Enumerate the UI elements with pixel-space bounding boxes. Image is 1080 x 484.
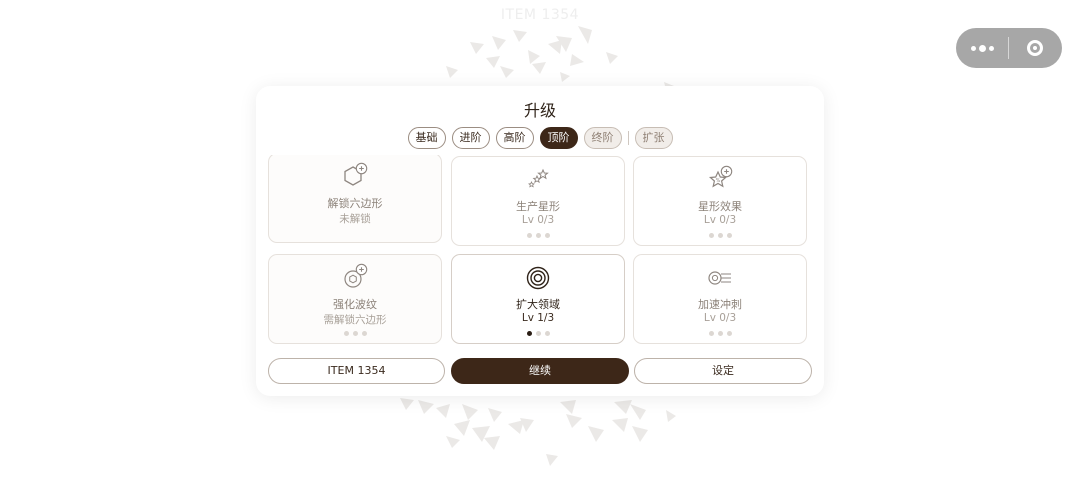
star-plus-icon: % <box>634 165 806 193</box>
card-name: 扩大领域 <box>516 298 560 311</box>
upgrade-card-speed-dash[interactable]: 加速冲刺 Lv 0/3 <box>633 254 807 344</box>
level-dots <box>452 233 624 238</box>
mini-program-capsule <box>956 28 1062 68</box>
level-dots <box>634 233 806 238</box>
card-status: 未解锁 <box>339 213 371 225</box>
level-dots <box>634 331 806 336</box>
tab-final[interactable]: 终阶 <box>583 127 622 149</box>
tab-basic[interactable]: 基础 <box>407 127 446 149</box>
card-status: Lv 0/3 <box>521 214 555 226</box>
concentric-rings-icon <box>452 263 624 291</box>
card-status: Lv 0/3 <box>703 312 737 324</box>
level-dots <box>452 331 624 336</box>
tab-advanced[interactable]: 进阶 <box>451 127 490 149</box>
settings-button[interactable]: 设定 <box>634 358 812 384</box>
upgrade-card-star-effect[interactable]: % 星形效果 Lv 0/3 <box>633 156 807 246</box>
tab-expand[interactable]: 扩张 <box>634 127 673 149</box>
hexagon-plus-icon <box>269 162 441 190</box>
tab-top[interactable]: 顶阶 <box>539 127 578 149</box>
continue-button[interactable]: 继续 <box>451 358 629 384</box>
card-name: 加速冲刺 <box>698 298 742 311</box>
card-name: 解锁六边形 <box>327 197 383 210</box>
item-button[interactable]: ITEM 1354 <box>268 358 445 384</box>
card-name: 强化波纹 <box>333 298 377 311</box>
tab-high[interactable]: 高阶 <box>495 127 534 149</box>
tab-divider <box>627 131 629 145</box>
dash-speed-icon <box>634 263 806 291</box>
upgrade-card-unlock-hexagon[interactable]: 解锁六边形 未解锁 <box>268 155 442 243</box>
card-status: 需解锁六边形 <box>323 314 387 326</box>
action-buttons: ITEM 1354 继续 设定 <box>268 358 812 384</box>
card-status: Lv 1/3 <box>521 312 555 324</box>
ripple-plus-icon <box>269 263 441 291</box>
upgrade-panel: 升级 基础 进阶 高阶 顶阶 终阶 扩张 解锁六边形 未解锁 生产星形 Lv 0… <box>256 86 824 396</box>
target-close-icon[interactable] <box>1009 28 1061 68</box>
upgrade-grid: 解锁六边形 未解锁 生产星形 Lv 0/3 % 星形效果 Lv 0/3 强化波纹 <box>268 155 808 347</box>
more-dots-icon[interactable] <box>956 28 1008 68</box>
level-dots <box>269 331 441 336</box>
tier-tabs: 基础 进阶 高阶 顶阶 终阶 扩张 <box>256 127 824 149</box>
upgrade-card-produce-star[interactable]: 生产星形 Lv 0/3 <box>451 156 625 246</box>
svg-text:%: % <box>716 178 721 184</box>
card-status: Lv 0/3 <box>703 214 737 226</box>
stars-trail-icon <box>452 165 624 193</box>
upgrade-card-ripple-boost[interactable]: 强化波纹 需解锁六边形 <box>268 254 442 344</box>
card-name: 星形效果 <box>698 200 742 213</box>
card-name: 生产星形 <box>516 200 560 213</box>
panel-title: 升级 <box>523 101 556 120</box>
upgrade-card-expand-domain[interactable]: 扩大领域 Lv 1/3 <box>451 254 625 344</box>
